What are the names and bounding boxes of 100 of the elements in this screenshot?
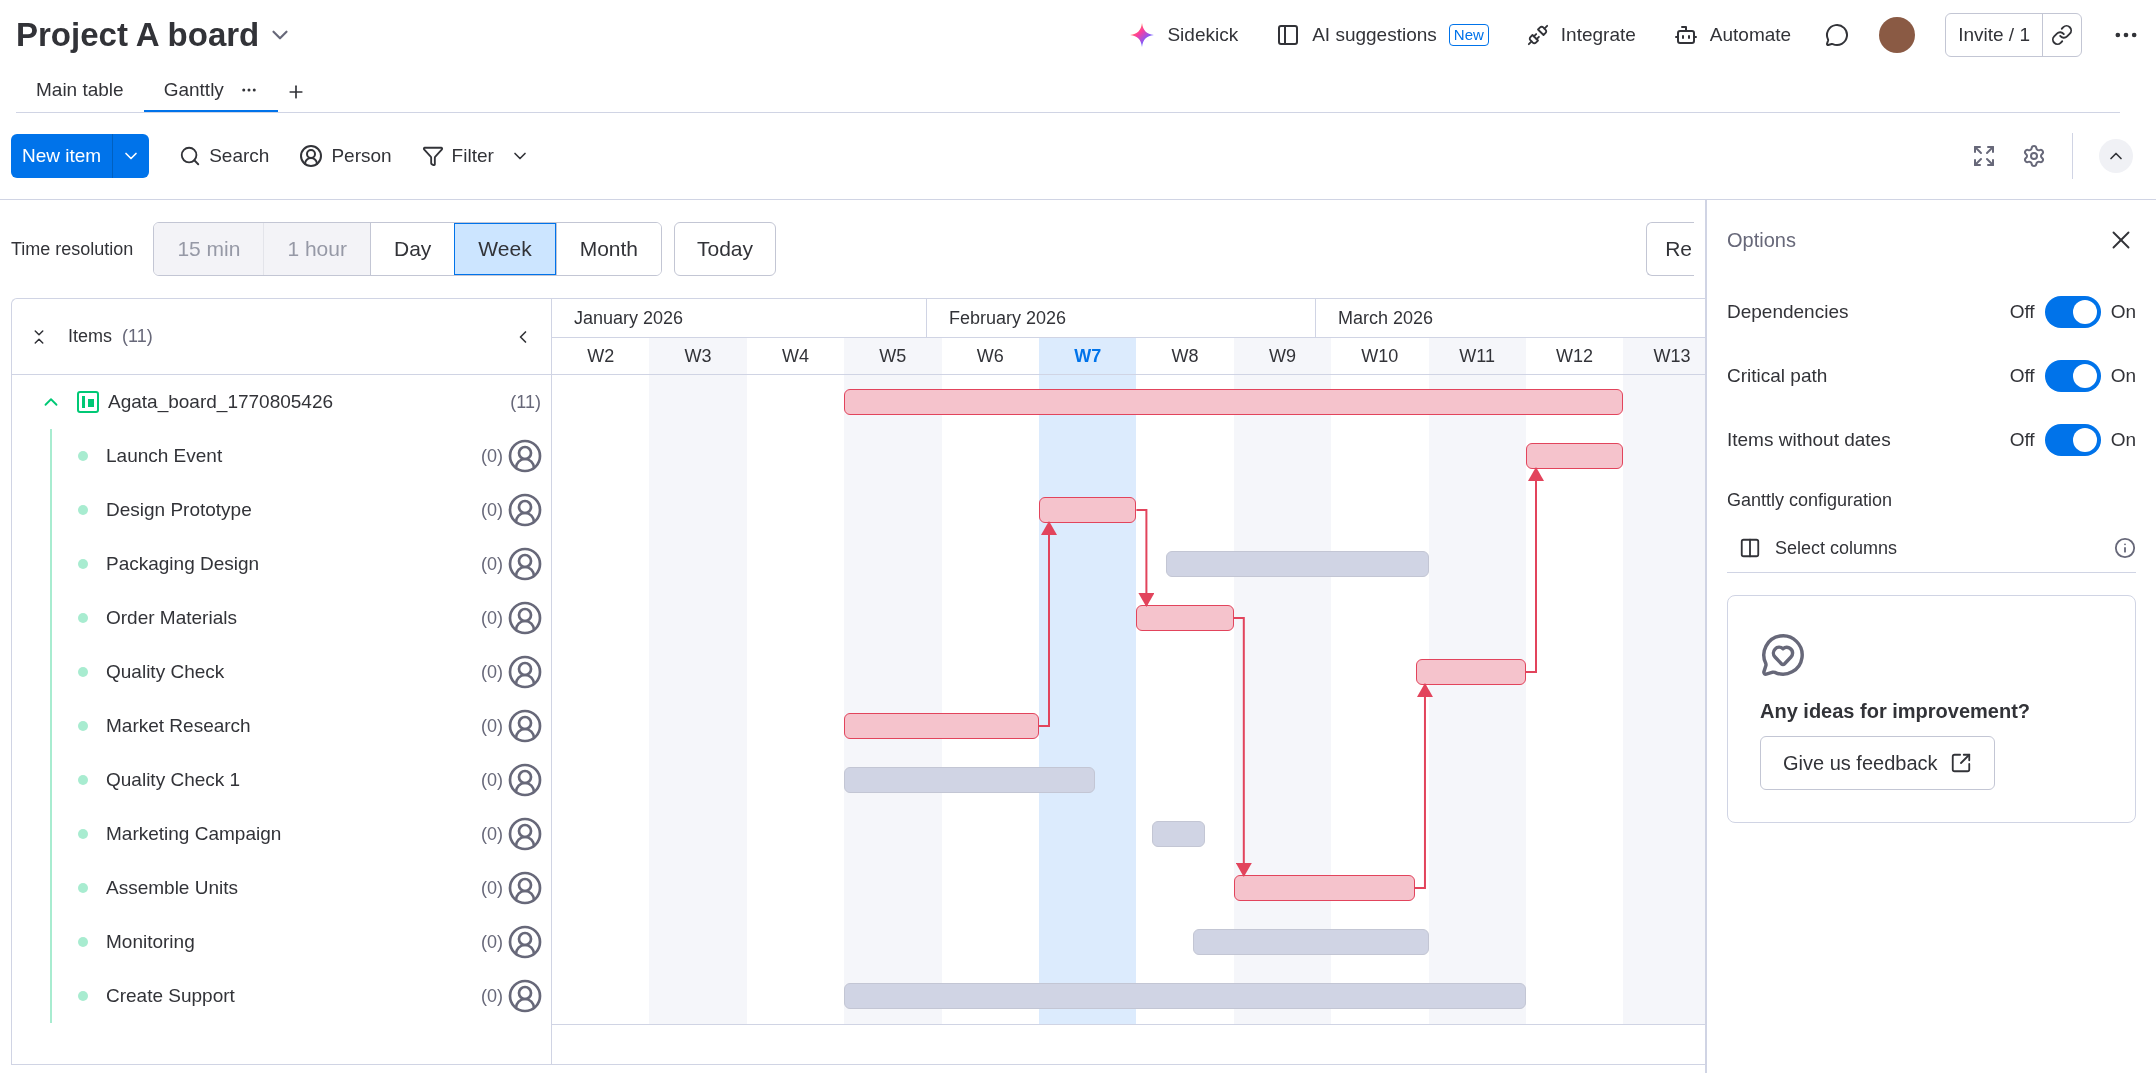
info-icon[interactable] (2114, 537, 2136, 559)
toggle-switch[interactable] (2044, 424, 2101, 456)
week-label: W3 (649, 338, 747, 374)
view-tab[interactable]: Ganttly (143, 70, 278, 112)
board-icon (76, 390, 100, 414)
off-label: Off (2009, 363, 2035, 388)
columns-icon (1739, 537, 1761, 559)
resolution-option[interactable]: Month (555, 223, 661, 275)
robot-icon (1673, 23, 1698, 47)
fullscreen-icon[interactable] (1972, 144, 1996, 168)
group-bar[interactable] (844, 389, 1624, 415)
header-action[interactable]: AI suggestions New (1272, 16, 1493, 54)
reset-button[interactable]: Re (1646, 222, 1694, 276)
item-name[interactable]: Monitoring (106, 927, 195, 957)
item-count: (0) (481, 660, 503, 684)
item-count: (0) (481, 498, 503, 522)
item-name[interactable]: Design Prototype (106, 495, 252, 525)
off-label: Off (2009, 427, 2035, 452)
month-label: February 2026 (927, 299, 1316, 337)
person-icon[interactable] (507, 762, 543, 798)
view-tab[interactable]: Main table (16, 70, 144, 112)
avatar[interactable] (1879, 17, 1916, 53)
week-label: W13 (1623, 338, 1705, 374)
week-label: W6 (975, 344, 1005, 368)
item-name[interactable]: Quality Check 1 (106, 765, 241, 795)
item-count: (0) (481, 930, 503, 954)
task-bar[interactable] (844, 713, 1039, 739)
week-label: W5 (844, 338, 942, 374)
plug-icon (1526, 24, 1549, 46)
item-name[interactable]: Marketing Campaign (106, 819, 282, 849)
item-count: (0) (481, 444, 503, 468)
header-action[interactable]: Sidekick (1125, 16, 1243, 54)
person-button[interactable]: Person (299, 141, 392, 171)
on-label: On (2110, 299, 2136, 324)
item-count: (0) (481, 768, 503, 792)
item-count: (0) (481, 876, 503, 900)
filter-button[interactable]: Filter (421, 141, 530, 171)
items-label: Items (68, 325, 112, 348)
item-name[interactable]: Market Research (106, 711, 251, 741)
search-icon (179, 145, 202, 167)
panel-icon (1276, 23, 1301, 47)
week-label: W12 (1555, 344, 1595, 368)
link-icon (2051, 24, 2073, 46)
month-label: March 2026 (1316, 299, 1705, 337)
item-count: (0) (481, 552, 503, 576)
time-resolution-label: Time resolution (11, 237, 134, 261)
chat-icon[interactable] (1825, 23, 1850, 47)
person-icon[interactable] (507, 816, 543, 852)
item-name[interactable]: Create Support (106, 981, 235, 1011)
person-icon[interactable] (507, 492, 543, 528)
week-label: W11 (1428, 338, 1526, 374)
item-name[interactable]: Order Materials (106, 603, 237, 633)
header-action[interactable]: Integrate (1522, 16, 1640, 54)
today-button[interactable]: Today (674, 222, 777, 276)
filter-icon (421, 145, 444, 167)
feedback-button[interactable]: Give us feedback (1760, 736, 1995, 790)
board-title: Project A board (16, 15, 260, 56)
item-name[interactable]: Quality Check (106, 657, 225, 687)
option-label: Critical path (1727, 363, 1828, 388)
task-bar[interactable] (1039, 497, 1137, 523)
off-label: Off (2009, 299, 2035, 324)
item-name[interactable]: Launch Event (106, 441, 223, 471)
week-label: W10 (1360, 344, 1400, 368)
item-count: (0) (481, 714, 503, 738)
search-button[interactable]: Search (179, 141, 270, 171)
toggle-switch[interactable] (2044, 296, 2101, 328)
task-bar[interactable] (1233, 875, 1415, 901)
week-label: W9 (1233, 338, 1332, 374)
option-label: Items without dates (1727, 427, 1891, 452)
week-label: W4 (780, 344, 810, 368)
person-icon (299, 144, 324, 168)
select-columns-link[interactable]: Select columns (1775, 534, 1898, 562)
person-icon[interactable] (507, 870, 543, 906)
option-label: Dependencies (1727, 299, 1849, 324)
header-action[interactable]: Automate (1669, 16, 1796, 54)
group-name[interactable]: Agata_board_1770805426 (108, 387, 334, 417)
toggle-switch[interactable] (2044, 360, 2101, 392)
person-icon[interactable] (507, 978, 543, 1014)
week-label: W2 (586, 344, 616, 368)
external-link-icon (1949, 752, 1972, 774)
task-bar[interactable] (1526, 443, 1624, 469)
panel-title: Options (1727, 228, 1796, 253)
task-bar[interactable] (1415, 659, 1526, 685)
feedback-heading: Any ideas for improvement? (1760, 699, 2031, 724)
month-label: January 2026 (552, 299, 927, 337)
person-icon[interactable] (507, 600, 543, 636)
person-icon[interactable] (507, 654, 543, 690)
person-icon[interactable] (507, 708, 543, 744)
task-bar[interactable] (1136, 605, 1234, 631)
settings-icon[interactable] (2022, 144, 2046, 168)
item-name[interactable]: Assemble Units (106, 873, 238, 903)
item-count: (0) (481, 822, 503, 846)
resolution-option[interactable]: Week (454, 223, 556, 275)
item-count: (0) (481, 984, 503, 1008)
item-name[interactable]: Packaging Design (106, 549, 260, 579)
person-icon[interactable] (507, 546, 543, 582)
person-icon[interactable] (507, 924, 543, 960)
person-icon[interactable] (507, 438, 543, 474)
on-label: On (2110, 427, 2136, 452)
heart-chat-icon (1760, 632, 1806, 678)
